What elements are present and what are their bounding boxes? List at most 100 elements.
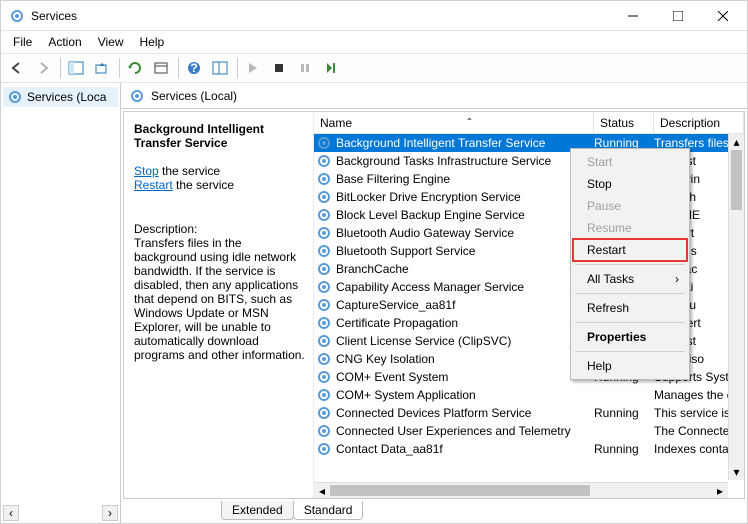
ctx-pause[interactable]: Pause	[573, 195, 687, 217]
service-gear-icon	[316, 171, 332, 187]
detail-service-title: Background Intelligent Transfer Service	[134, 122, 305, 150]
service-name: CNG Key Isolation	[336, 352, 435, 366]
services-app-icon	[9, 8, 25, 24]
hscroll-right-icon[interactable]: ▸	[712, 483, 728, 498]
help-toolbar-button[interactable]: ?	[182, 56, 206, 80]
tab-standard[interactable]: Standard	[293, 501, 364, 520]
service-name: Background Intelligent Transfer Service	[336, 136, 545, 150]
service-name: COM+ Event System	[336, 370, 448, 384]
start-service-button[interactable]	[241, 56, 265, 80]
column-header-name[interactable]: Nameˆ	[314, 112, 594, 133]
service-gear-icon	[316, 189, 332, 205]
service-name: CaptureService_aa81f	[336, 298, 455, 312]
menu-help[interactable]: Help	[132, 33, 173, 51]
service-name: Bluetooth Audio Gateway Service	[336, 226, 514, 240]
service-name: Bluetooth Support Service	[336, 244, 475, 258]
service-gear-icon	[316, 405, 332, 421]
column-header-status[interactable]: Status	[594, 112, 654, 133]
tab-extended[interactable]: Extended	[221, 501, 294, 520]
window-title: Services	[31, 9, 610, 23]
service-name: Contact Data_aa81f	[336, 442, 443, 456]
ctx-properties[interactable]: Properties	[573, 326, 687, 348]
service-gear-icon	[316, 207, 332, 223]
ctx-all-tasks[interactable]: All Tasks	[573, 268, 687, 290]
ctx-help[interactable]: Help	[573, 355, 687, 377]
tree-root-label: Services (Loca	[27, 90, 106, 104]
service-name: Capability Access Manager Service	[336, 280, 524, 294]
services-local-header: Services (Local)	[151, 89, 237, 103]
vscroll-thumb[interactable]	[731, 150, 742, 210]
service-gear-icon	[316, 423, 332, 439]
pause-service-button[interactable]	[293, 56, 317, 80]
service-name: Client License Service (ClipSVC)	[336, 334, 511, 348]
minimize-button[interactable]	[610, 1, 655, 31]
service-gear-icon	[316, 441, 332, 457]
service-name: Base Filtering Engine	[336, 172, 450, 186]
services-header-icon	[129, 88, 145, 104]
service-gear-icon	[316, 387, 332, 403]
refresh-button[interactable]	[123, 56, 147, 80]
service-gear-icon	[316, 225, 332, 241]
maximize-button[interactable]	[655, 1, 700, 31]
service-name: Certificate Propagation	[336, 316, 458, 330]
tree-hscroll-right[interactable]: ›	[102, 505, 118, 521]
service-name: Connected Devices Platform Service	[336, 406, 531, 420]
context-menu: Start Stop Pause Resume Restart All Task…	[570, 148, 690, 380]
service-row[interactable]: COM+ System ApplicationManages the co	[314, 386, 744, 404]
back-button[interactable]	[5, 56, 29, 80]
list-horizontal-scrollbar[interactable]: ◂ ▸	[314, 482, 728, 498]
menu-view[interactable]: View	[90, 33, 132, 51]
svg-text:?: ?	[190, 61, 197, 75]
ctx-start[interactable]: Start	[573, 151, 687, 173]
stop-service-button[interactable]	[267, 56, 291, 80]
restart-service-button[interactable]	[319, 56, 343, 80]
detail-description-label: Description:	[134, 222, 305, 236]
hscroll-left-icon[interactable]: ◂	[314, 483, 330, 498]
detail-restart-after: the service	[173, 178, 234, 192]
service-gear-icon	[316, 297, 332, 313]
ctx-restart[interactable]: Restart	[573, 239, 687, 261]
service-name: BranchCache	[336, 262, 409, 276]
column-header-description[interactable]: Description	[654, 112, 744, 133]
service-row[interactable]: Contact Data_aa81fRunningIndexes contact	[314, 440, 744, 458]
forward-button[interactable]	[31, 56, 55, 80]
vscroll-up-icon[interactable]: ▴	[729, 134, 744, 150]
hscroll-thumb[interactable]	[330, 485, 590, 496]
service-name: COM+ System Application	[336, 388, 476, 402]
export-list-button[interactable]	[90, 56, 114, 80]
menu-action[interactable]: Action	[40, 33, 89, 51]
service-gear-icon	[316, 135, 332, 151]
service-gear-icon	[316, 279, 332, 295]
ctx-refresh[interactable]: Refresh	[573, 297, 687, 319]
properties-toolbar-button[interactable]	[149, 56, 173, 80]
service-gear-icon	[316, 333, 332, 349]
service-name: BitLocker Drive Encryption Service	[336, 190, 521, 204]
service-row[interactable]: Connected User Experiences and Telemetry…	[314, 422, 744, 440]
service-gear-icon	[316, 261, 332, 277]
tree-root-services-local[interactable]: Services (Loca	[3, 87, 118, 107]
detail-pane-button[interactable]	[208, 56, 232, 80]
service-gear-icon	[316, 351, 332, 367]
detail-description-text: Transfers files in the background using …	[134, 236, 305, 362]
service-gear-icon	[316, 153, 332, 169]
close-button[interactable]	[700, 1, 745, 31]
detail-restart-link[interactable]: Restart	[134, 178, 173, 192]
service-name: Background Tasks Infrastructure Service	[336, 154, 551, 168]
service-row[interactable]: Connected Devices Platform ServiceRunnin…	[314, 404, 744, 422]
detail-stop-link[interactable]: Stop	[134, 164, 159, 178]
show-hide-tree-button[interactable]	[64, 56, 88, 80]
tree-hscroll-left[interactable]: ‹	[3, 505, 19, 521]
service-gear-icon	[316, 315, 332, 331]
vscroll-down-icon[interactable]: ▾	[729, 464, 744, 480]
service-gear-icon	[316, 243, 332, 259]
ctx-stop[interactable]: Stop	[573, 173, 687, 195]
service-name: Block Level Backup Engine Service	[336, 208, 525, 222]
sort-indicator-icon: ˆ	[468, 116, 472, 130]
service-name: Connected User Experiences and Telemetry	[336, 424, 571, 438]
menu-file[interactable]: File	[5, 33, 40, 51]
list-vertical-scrollbar[interactable]: ▴ ▾	[728, 134, 744, 480]
services-tree-icon	[7, 89, 23, 105]
console-tree-pane: Services (Loca ‹ ›	[1, 83, 121, 523]
service-status: Running	[594, 442, 654, 456]
ctx-resume[interactable]: Resume	[573, 217, 687, 239]
